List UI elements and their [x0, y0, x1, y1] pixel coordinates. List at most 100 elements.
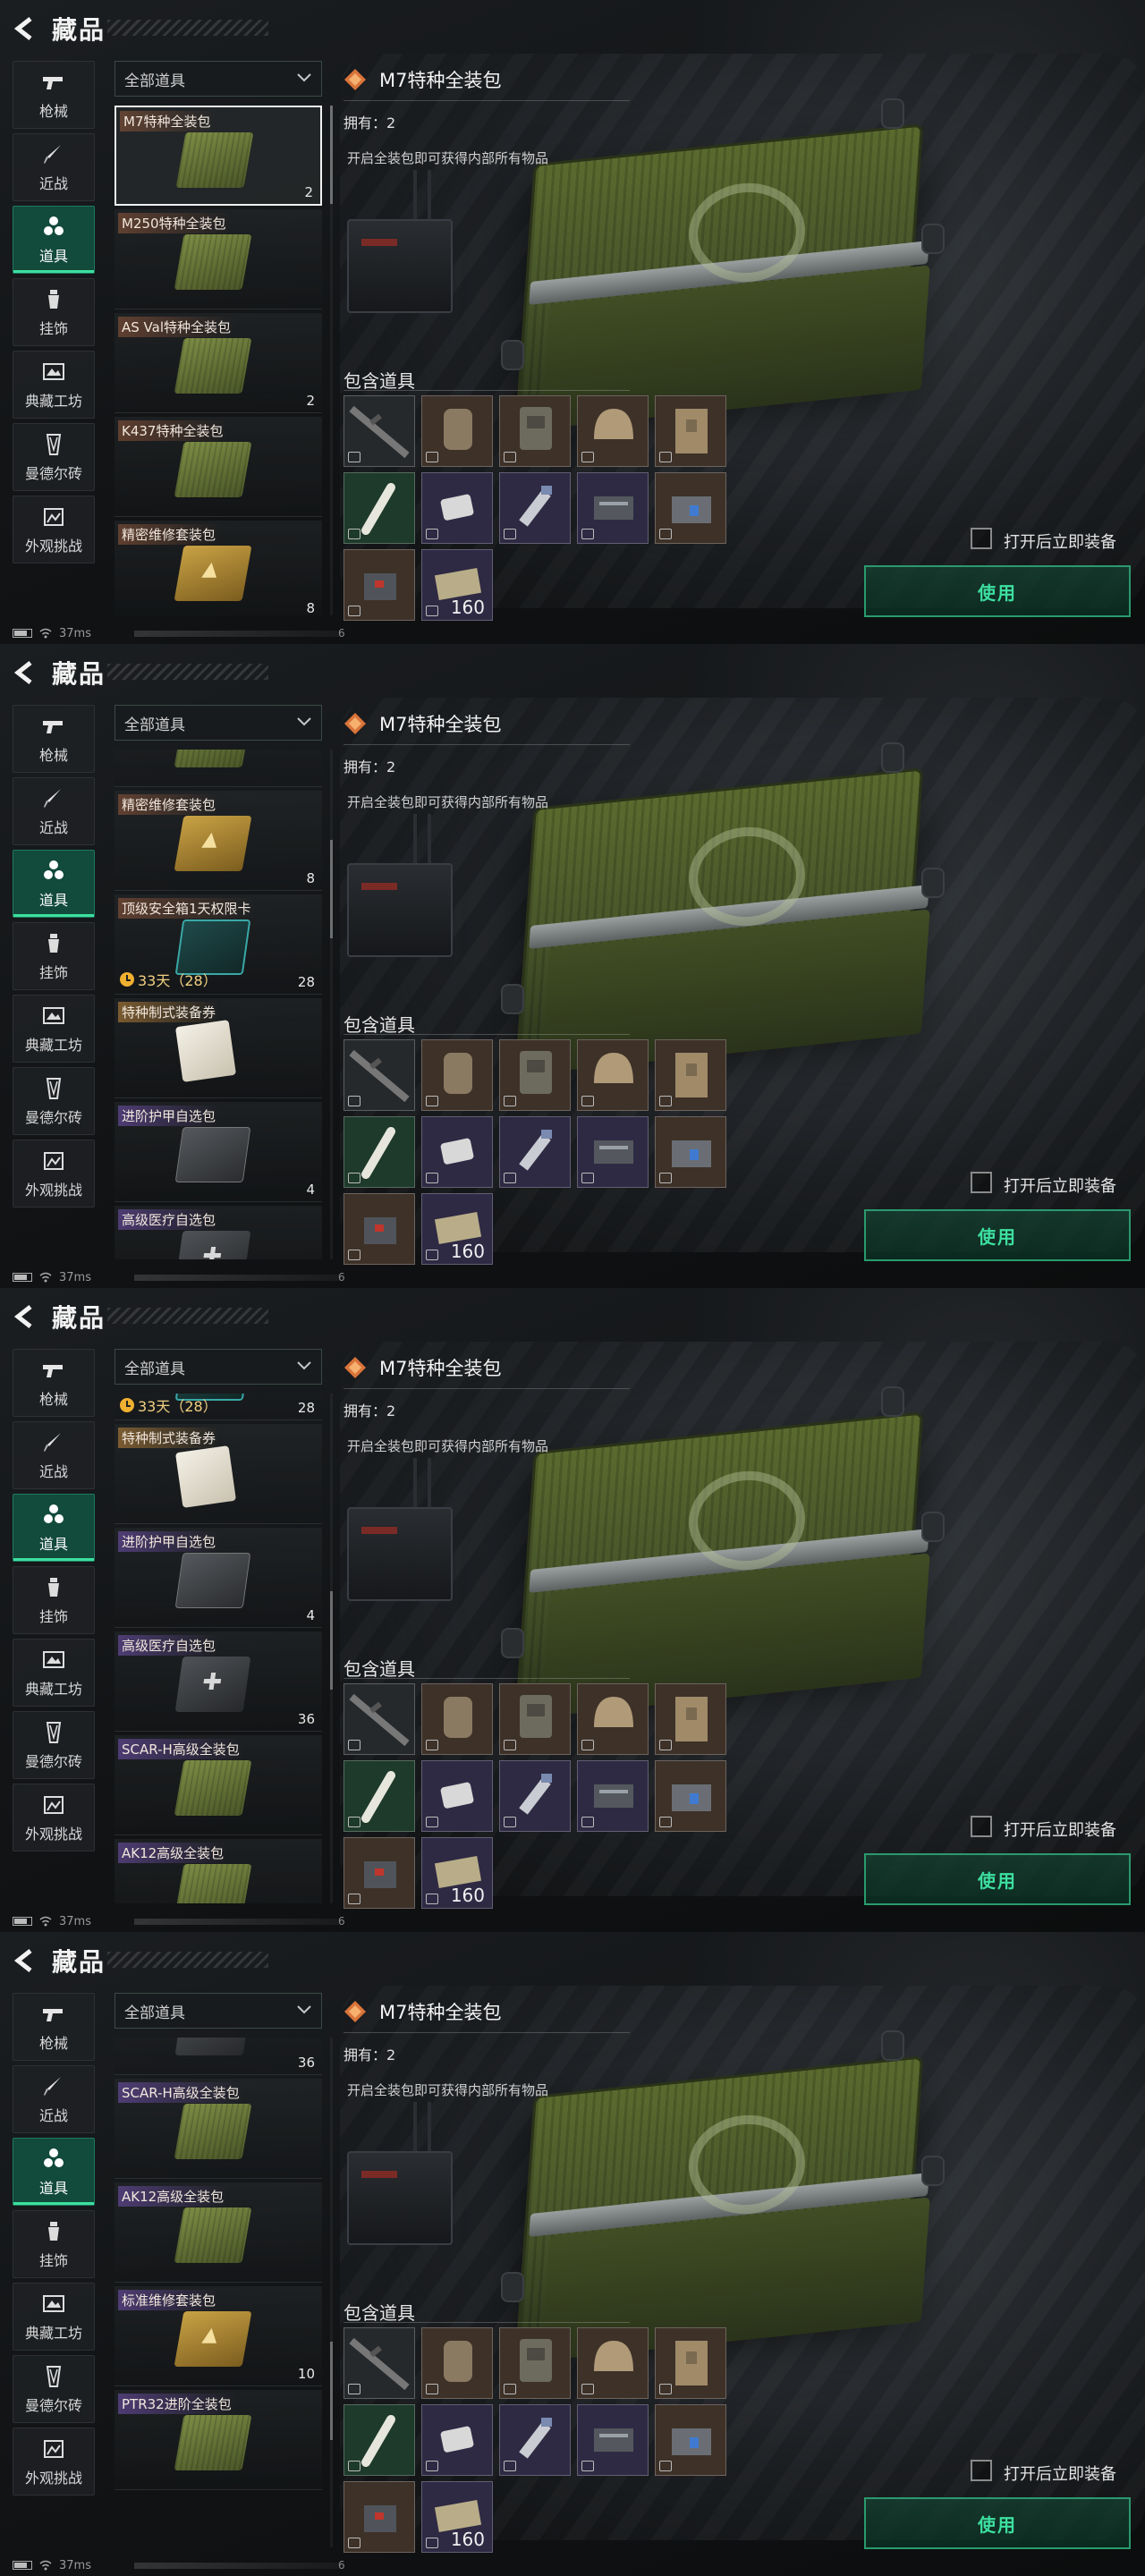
content-slot[interactable] — [421, 1760, 493, 1832]
content-slot[interactable] — [344, 1039, 415, 1111]
sidebar-item-2[interactable]: 近战 — [13, 1421, 95, 1489]
sidebar-item-3[interactable]: 道具 — [13, 206, 95, 274]
list-scrollbar[interactable] — [330, 106, 333, 615]
content-slot[interactable] — [499, 1760, 571, 1832]
item-list[interactable]: M7特种全装包2M250特种全装包AS Val特种全装包2K437特种全装包精密… — [114, 1394, 326, 1903]
list-item[interactable]: 进阶护甲自选包 4 — [114, 1528, 322, 1628]
content-slot[interactable] — [421, 395, 493, 467]
list-item[interactable]: SCAR-H高级全装包 — [114, 1735, 322, 1835]
sidebar-item-7[interactable]: 外观挑战 — [13, 496, 95, 564]
list-item[interactable]: SCAR-H高级全装包 — [114, 2079, 322, 2179]
content-slot[interactable] — [577, 472, 649, 544]
sidebar-item-4[interactable]: 挂饰 — [13, 1566, 95, 1634]
content-slot[interactable] — [655, 1039, 726, 1111]
use-button[interactable]: 使用 — [864, 1853, 1131, 1905]
list-item[interactable]: AS Val特种全装包 2 — [114, 313, 322, 413]
list-item[interactable]: M250特种全装包 — [114, 209, 322, 309]
sidebar-item-6[interactable]: 曼德尔砖 — [13, 423, 95, 491]
sidebar-item-2[interactable]: 近战 — [13, 2065, 95, 2133]
sidebar-item-2[interactable]: 近战 — [13, 777, 95, 845]
list-item[interactable]: 特种制式装备券 — [114, 1424, 322, 1524]
content-slot[interactable] — [577, 2327, 649, 2399]
item-filter-dropdown[interactable]: 全部道具 — [114, 1993, 322, 2029]
item-filter-dropdown[interactable]: 全部道具 — [114, 705, 322, 741]
scrollbar-thumb[interactable] — [330, 840, 333, 939]
content-slot[interactable] — [344, 2404, 415, 2476]
content-slot[interactable] — [344, 1760, 415, 1832]
list-item[interactable]: 顶级安全箱1天权限卡33天（28）28 — [114, 1394, 322, 1420]
back-arrow-icon[interactable] — [11, 659, 39, 686]
use-button[interactable]: 使用 — [864, 2497, 1131, 2549]
list-item[interactable]: AK12高级全装包 — [114, 2182, 322, 2283]
content-slot[interactable] — [499, 1683, 571, 1755]
list-item[interactable]: K437特种全装包 — [114, 750, 322, 787]
use-button[interactable]: 使用 — [864, 565, 1131, 617]
content-slot[interactable] — [499, 2404, 571, 2476]
list-item[interactable]: 进阶护甲自选包 4 — [114, 1102, 322, 1202]
content-slot[interactable] — [655, 1116, 726, 1188]
sidebar-item-1[interactable]: 枪械 — [13, 705, 95, 773]
item-list[interactable]: M7特种全装包2M250特种全装包AS Val特种全装包2K437特种全装包精密… — [114, 2038, 326, 2547]
use-button[interactable]: 使用 — [864, 1209, 1131, 1261]
content-slot[interactable] — [655, 2404, 726, 2476]
content-slot[interactable] — [655, 395, 726, 467]
content-slot[interactable] — [577, 2404, 649, 2476]
list-scrollbar[interactable] — [330, 2038, 333, 2547]
content-slot[interactable] — [655, 2327, 726, 2399]
equip-on-open-checkbox[interactable] — [971, 528, 992, 549]
sidebar-item-5[interactable]: 典藏工坊 — [13, 1639, 95, 1707]
content-slot[interactable] — [577, 395, 649, 467]
content-slot[interactable] — [421, 2327, 493, 2399]
item-list[interactable]: M7特种全装包2M250特种全装包AS Val特种全装包2K437特种全装包精密… — [114, 106, 326, 615]
content-slot[interactable] — [499, 2327, 571, 2399]
sidebar-item-1[interactable]: 枪械 — [13, 61, 95, 129]
content-slot[interactable] — [655, 1760, 726, 1832]
sidebar-item-6[interactable]: 曼德尔砖 — [13, 2355, 95, 2423]
list-item[interactable]: AK12高级全装包 — [114, 1839, 322, 1903]
sidebar-item-7[interactable]: 外观挑战 — [13, 1784, 95, 1852]
list-item[interactable]: 顶级安全箱1天权限卡33天（28）28 — [114, 894, 322, 995]
list-item[interactable]: M7特种全装包 2 — [114, 106, 322, 206]
list-item[interactable]: 高级医疗自选包 36 — [114, 1631, 322, 1732]
back-arrow-icon[interactable] — [11, 1947, 39, 1974]
content-slot[interactable] — [344, 472, 415, 544]
sidebar-item-7[interactable]: 外观挑战 — [13, 1140, 95, 1208]
sidebar-item-1[interactable]: 枪械 — [13, 1993, 95, 2061]
equip-on-open-checkbox[interactable] — [971, 1172, 992, 1193]
scrollbar-thumb[interactable] — [330, 2342, 333, 2441]
content-slot[interactable] — [421, 1116, 493, 1188]
item-filter-dropdown[interactable]: 全部道具 — [114, 61, 322, 97]
back-arrow-icon[interactable] — [11, 1303, 39, 1330]
back-arrow-icon[interactable] — [11, 15, 39, 42]
sidebar-item-1[interactable]: 枪械 — [13, 1349, 95, 1417]
content-slot[interactable] — [344, 2481, 415, 2553]
sidebar-item-3[interactable]: 道具 — [13, 1494, 95, 1562]
sidebar-item-4[interactable]: 挂饰 — [13, 2210, 95, 2278]
content-slot[interactable] — [344, 1837, 415, 1909]
sidebar-item-6[interactable]: 曼德尔砖 — [13, 1067, 95, 1135]
list-scrollbar[interactable] — [330, 1394, 333, 1903]
content-slot[interactable] — [577, 1683, 649, 1755]
sidebar-item-3[interactable]: 道具 — [13, 850, 95, 918]
content-slot[interactable] — [421, 1039, 493, 1111]
sidebar-item-4[interactable]: 挂饰 — [13, 922, 95, 990]
list-item[interactable]: 标准维修套装包 10 — [114, 2286, 322, 2386]
list-item[interactable]: PTR32进阶全装包 — [114, 2390, 322, 2490]
sidebar-item-5[interactable]: 典藏工坊 — [13, 995, 95, 1063]
sidebar-item-7[interactable]: 外观挑战 — [13, 2428, 95, 2496]
content-slot[interactable] — [421, 2404, 493, 2476]
content-slot[interactable] — [344, 1116, 415, 1188]
list-item[interactable]: 精密维修套装包 8 — [114, 791, 322, 891]
content-slot[interactable] — [499, 472, 571, 544]
content-slot[interactable] — [421, 1683, 493, 1755]
content-slot[interactable] — [344, 1193, 415, 1265]
sidebar-item-4[interactable]: 挂饰 — [13, 278, 95, 346]
content-slot[interactable] — [499, 1116, 571, 1188]
content-slot[interactable]: 160 — [421, 1193, 493, 1265]
sidebar-item-5[interactable]: 典藏工坊 — [13, 2283, 95, 2351]
content-slot[interactable] — [344, 395, 415, 467]
content-slot[interactable] — [655, 472, 726, 544]
item-filter-dropdown[interactable]: 全部道具 — [114, 1349, 322, 1385]
content-slot[interactable]: 160 — [421, 1837, 493, 1909]
list-item[interactable]: 精密维修套装包 8 — [114, 521, 322, 615]
